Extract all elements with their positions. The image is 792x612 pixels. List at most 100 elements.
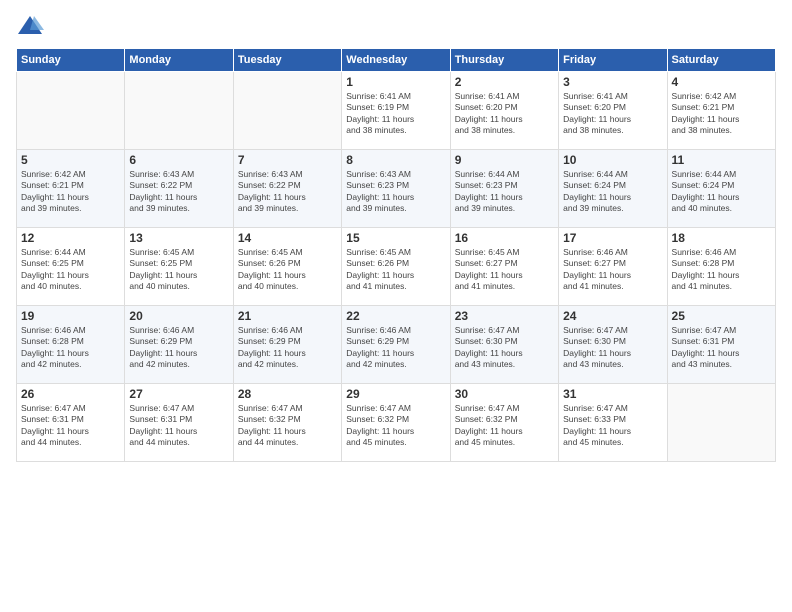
day-cell: 3 Sunrise: 6:41 AM Sunset: 6:20 PM Daylig… bbox=[559, 72, 667, 150]
day-cell: 27 Sunrise: 6:47 AM Sunset: 6:31 PM Dayli… bbox=[125, 384, 233, 462]
col-header-monday: Monday bbox=[125, 49, 233, 72]
col-header-wednesday: Wednesday bbox=[342, 49, 450, 72]
day-cell: 31Sunrise: 6:47 AM Sunset: 6:33 PM Dayli… bbox=[559, 384, 667, 462]
day-cell: 23 Sunrise: 6:47 AM Sunset: 6:30 PM Dayli… bbox=[450, 306, 558, 384]
week-row-2: 5 Sunrise: 6:42 AM Sunset: 6:21 PM Daylig… bbox=[17, 150, 776, 228]
day-info: Sunrise: 6:41 AM Sunset: 6:20 PM Dayligh… bbox=[563, 91, 662, 137]
day-info: Sunrise: 6:44 AM Sunset: 6:23 PM Dayligh… bbox=[455, 169, 554, 215]
day-info: Sunrise: 6:47 AM Sunset: 6:31 PM Dayligh… bbox=[129, 403, 228, 449]
calendar-table: SundayMondayTuesdayWednesdayThursdayFrid… bbox=[16, 48, 776, 462]
day-cell: 22 Sunrise: 6:46 AM Sunset: 6:29 PM Dayli… bbox=[342, 306, 450, 384]
day-cell: 6 Sunrise: 6:43 AM Sunset: 6:22 PM Daylig… bbox=[125, 150, 233, 228]
day-info: Sunrise: 6:45 AM Sunset: 6:25 PM Dayligh… bbox=[129, 247, 228, 293]
day-cell: 13 Sunrise: 6:45 AM Sunset: 6:25 PM Dayli… bbox=[125, 228, 233, 306]
day-number: 13 bbox=[129, 231, 228, 245]
col-header-friday: Friday bbox=[559, 49, 667, 72]
day-number: 16 bbox=[455, 231, 554, 245]
day-cell: 18Sunrise: 6:46 AM Sunset: 6:28 PM Dayli… bbox=[667, 228, 775, 306]
day-cell bbox=[667, 384, 775, 462]
day-number: 24 bbox=[563, 309, 662, 323]
day-number: 9 bbox=[455, 153, 554, 167]
day-info: Sunrise: 6:42 AM Sunset: 6:21 PM Dayligh… bbox=[672, 91, 771, 137]
day-info: Sunrise: 6:46 AM Sunset: 6:27 PM Dayligh… bbox=[563, 247, 662, 293]
day-info: Sunrise: 6:44 AM Sunset: 6:24 PM Dayligh… bbox=[672, 169, 771, 215]
week-row-3: 12 Sunrise: 6:44 AM Sunset: 6:25 PM Dayli… bbox=[17, 228, 776, 306]
day-cell: 14 Sunrise: 6:45 AM Sunset: 6:26 PM Dayli… bbox=[233, 228, 341, 306]
day-info: Sunrise: 6:43 AM Sunset: 6:22 PM Dayligh… bbox=[238, 169, 337, 215]
week-row-4: 19Sunrise: 6:46 AM Sunset: 6:28 PM Dayli… bbox=[17, 306, 776, 384]
day-cell: 10 Sunrise: 6:44 AM Sunset: 6:24 PM Dayli… bbox=[559, 150, 667, 228]
day-info: Sunrise: 6:43 AM Sunset: 6:22 PM Dayligh… bbox=[129, 169, 228, 215]
day-info: Sunrise: 6:44 AM Sunset: 6:24 PM Dayligh… bbox=[563, 169, 662, 215]
day-number: 1 bbox=[346, 75, 445, 89]
day-number: 14 bbox=[238, 231, 337, 245]
day-cell: 21 Sunrise: 6:46 AM Sunset: 6:29 PM Dayli… bbox=[233, 306, 341, 384]
day-cell: 5 Sunrise: 6:42 AM Sunset: 6:21 PM Daylig… bbox=[17, 150, 125, 228]
day-cell: 11 Sunrise: 6:44 AM Sunset: 6:24 PM Dayli… bbox=[667, 150, 775, 228]
day-info: Sunrise: 6:43 AM Sunset: 6:23 PM Dayligh… bbox=[346, 169, 445, 215]
day-number: 5 bbox=[21, 153, 120, 167]
day-number: 8 bbox=[346, 153, 445, 167]
day-number: 29 bbox=[346, 387, 445, 401]
day-cell: 17Sunrise: 6:46 AM Sunset: 6:27 PM Dayli… bbox=[559, 228, 667, 306]
day-number: 7 bbox=[238, 153, 337, 167]
day-number: 4 bbox=[672, 75, 771, 89]
page: SundayMondayTuesdayWednesdayThursdayFrid… bbox=[0, 0, 792, 612]
day-info: Sunrise: 6:47 AM Sunset: 6:30 PM Dayligh… bbox=[455, 325, 554, 371]
day-cell: 4 Sunrise: 6:42 AM Sunset: 6:21 PM Daylig… bbox=[667, 72, 775, 150]
day-cell bbox=[233, 72, 341, 150]
day-number: 27 bbox=[129, 387, 228, 401]
day-cell: 30 Sunrise: 6:47 AM Sunset: 6:32 PM Dayli… bbox=[450, 384, 558, 462]
day-info: Sunrise: 6:46 AM Sunset: 6:29 PM Dayligh… bbox=[129, 325, 228, 371]
day-info: Sunrise: 6:47 AM Sunset: 6:32 PM Dayligh… bbox=[346, 403, 445, 449]
day-info: Sunrise: 6:47 AM Sunset: 6:32 PM Dayligh… bbox=[238, 403, 337, 449]
day-cell: 28Sunrise: 6:47 AM Sunset: 6:32 PM Dayli… bbox=[233, 384, 341, 462]
day-cell: 19Sunrise: 6:46 AM Sunset: 6:28 PM Dayli… bbox=[17, 306, 125, 384]
day-cell: 26 Sunrise: 6:47 AM Sunset: 6:31 PM Dayli… bbox=[17, 384, 125, 462]
day-info: Sunrise: 6:45 AM Sunset: 6:26 PM Dayligh… bbox=[238, 247, 337, 293]
day-cell bbox=[17, 72, 125, 150]
header bbox=[16, 12, 776, 40]
day-info: Sunrise: 6:45 AM Sunset: 6:26 PM Dayligh… bbox=[346, 247, 445, 293]
day-number: 3 bbox=[563, 75, 662, 89]
day-info: Sunrise: 6:46 AM Sunset: 6:29 PM Dayligh… bbox=[238, 325, 337, 371]
day-number: 2 bbox=[455, 75, 554, 89]
day-info: Sunrise: 6:46 AM Sunset: 6:29 PM Dayligh… bbox=[346, 325, 445, 371]
day-cell: 8 Sunrise: 6:43 AM Sunset: 6:23 PM Daylig… bbox=[342, 150, 450, 228]
day-info: Sunrise: 6:47 AM Sunset: 6:33 PM Dayligh… bbox=[563, 403, 662, 449]
day-number: 22 bbox=[346, 309, 445, 323]
day-cell: 25Sunrise: 6:47 AM Sunset: 6:31 PM Dayli… bbox=[667, 306, 775, 384]
day-info: Sunrise: 6:47 AM Sunset: 6:31 PM Dayligh… bbox=[672, 325, 771, 371]
day-cell: 20Sunrise: 6:46 AM Sunset: 6:29 PM Dayli… bbox=[125, 306, 233, 384]
day-info: Sunrise: 6:46 AM Sunset: 6:28 PM Dayligh… bbox=[21, 325, 120, 371]
day-number: 10 bbox=[563, 153, 662, 167]
day-number: 15 bbox=[346, 231, 445, 245]
day-cell: 1 Sunrise: 6:41 AM Sunset: 6:19 PM Daylig… bbox=[342, 72, 450, 150]
day-cell: 16Sunrise: 6:45 AM Sunset: 6:27 PM Dayli… bbox=[450, 228, 558, 306]
day-info: Sunrise: 6:46 AM Sunset: 6:28 PM Dayligh… bbox=[672, 247, 771, 293]
day-info: Sunrise: 6:47 AM Sunset: 6:30 PM Dayligh… bbox=[563, 325, 662, 371]
day-info: Sunrise: 6:42 AM Sunset: 6:21 PM Dayligh… bbox=[21, 169, 120, 215]
day-info: Sunrise: 6:41 AM Sunset: 6:19 PM Dayligh… bbox=[346, 91, 445, 137]
day-number: 26 bbox=[21, 387, 120, 401]
day-cell bbox=[125, 72, 233, 150]
day-number: 11 bbox=[672, 153, 771, 167]
day-cell: 7 Sunrise: 6:43 AM Sunset: 6:22 PM Daylig… bbox=[233, 150, 341, 228]
day-cell: 9 Sunrise: 6:44 AM Sunset: 6:23 PM Daylig… bbox=[450, 150, 558, 228]
col-header-sunday: Sunday bbox=[17, 49, 125, 72]
logo-icon bbox=[16, 12, 44, 40]
day-info: Sunrise: 6:47 AM Sunset: 6:32 PM Dayligh… bbox=[455, 403, 554, 449]
logo bbox=[16, 12, 46, 40]
day-cell: 24 Sunrise: 6:47 AM Sunset: 6:30 PM Dayli… bbox=[559, 306, 667, 384]
day-number: 30 bbox=[455, 387, 554, 401]
day-cell: 2 Sunrise: 6:41 AM Sunset: 6:20 PM Daylig… bbox=[450, 72, 558, 150]
day-info: Sunrise: 6:47 AM Sunset: 6:31 PM Dayligh… bbox=[21, 403, 120, 449]
day-number: 21 bbox=[238, 309, 337, 323]
day-number: 23 bbox=[455, 309, 554, 323]
day-number: 12 bbox=[21, 231, 120, 245]
day-number: 6 bbox=[129, 153, 228, 167]
day-cell: 29 Sunrise: 6:47 AM Sunset: 6:32 PM Dayli… bbox=[342, 384, 450, 462]
day-info: Sunrise: 6:41 AM Sunset: 6:20 PM Dayligh… bbox=[455, 91, 554, 137]
day-info: Sunrise: 6:44 AM Sunset: 6:25 PM Dayligh… bbox=[21, 247, 120, 293]
day-cell: 12 Sunrise: 6:44 AM Sunset: 6:25 PM Dayli… bbox=[17, 228, 125, 306]
